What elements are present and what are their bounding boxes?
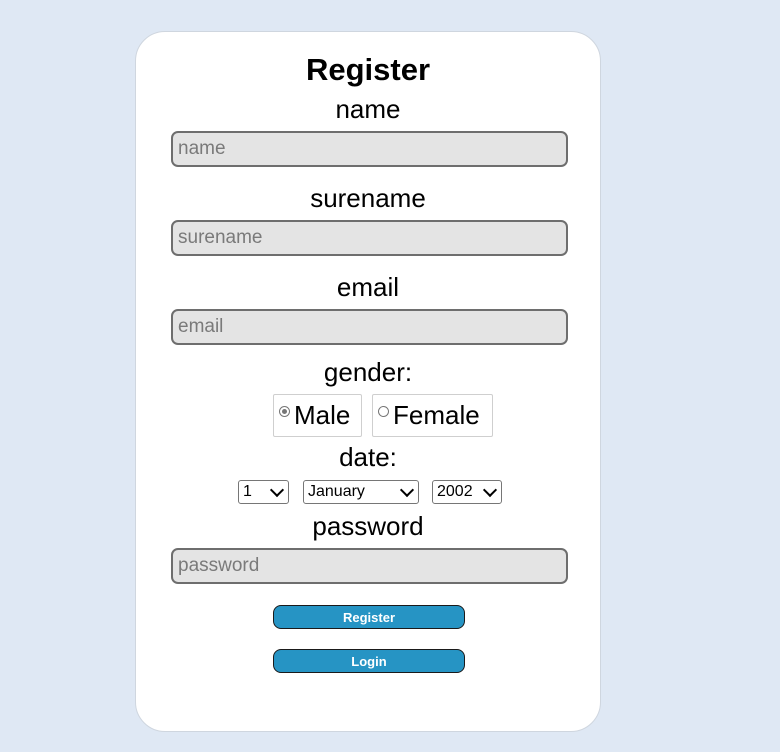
- year-value: 2002: [437, 483, 473, 500]
- month-value: January: [308, 483, 365, 500]
- name-label: name: [335, 94, 401, 124]
- year-select[interactable]: 2002: [432, 480, 502, 504]
- day-value: 1: [243, 483, 252, 500]
- name-input[interactable]: [171, 131, 568, 167]
- register-card: Register name surename email gender: Mal…: [135, 31, 601, 732]
- female-label: Female: [393, 400, 480, 430]
- gender-option-female[interactable]: Female: [372, 394, 493, 437]
- month-select[interactable]: January: [303, 480, 419, 504]
- form-title: Register: [305, 52, 431, 87]
- chevron-down-icon: [482, 482, 498, 497]
- date-label: date:: [339, 442, 397, 472]
- password-input[interactable]: [171, 548, 568, 584]
- login-button[interactable]: Login: [273, 649, 465, 673]
- email-label: email: [336, 272, 400, 302]
- register-button[interactable]: Register: [273, 605, 465, 629]
- gender-label: gender:: [323, 357, 413, 387]
- email-input[interactable]: [171, 309, 568, 345]
- female-radio[interactable]: [378, 406, 389, 417]
- male-label: Male: [294, 400, 351, 430]
- day-select[interactable]: 1: [238, 480, 289, 504]
- surename-input[interactable]: [171, 220, 568, 256]
- male-radio[interactable]: [279, 406, 290, 417]
- surename-label: surename: [310, 183, 426, 213]
- gender-option-male[interactable]: Male: [273, 394, 362, 437]
- chevron-down-icon: [399, 482, 415, 497]
- chevron-down-icon: [269, 482, 285, 497]
- password-label: password: [312, 511, 424, 541]
